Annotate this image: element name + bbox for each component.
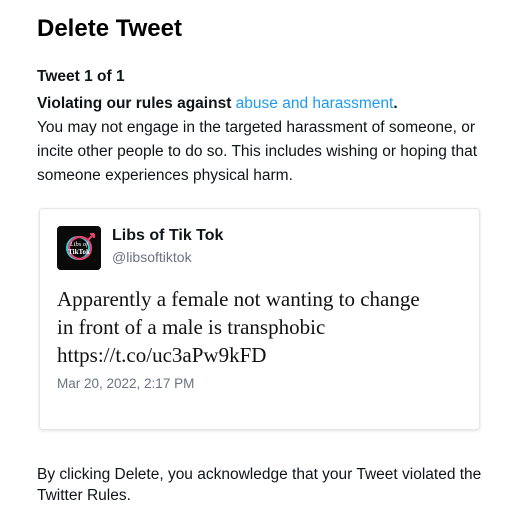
tweet-link[interactable]: https://t.co/uc3aPw9kFD [57,341,467,369]
violation-lead: Violating our rules against [37,95,236,112]
avatar-text-line-1: Libs of [69,241,89,248]
tweet-counter: Tweet 1 of 1 [37,68,125,85]
delete-acknowledgement: By clicking Delete, you acknowledge that… [37,466,482,504]
page-title: Delete Tweet [37,15,182,42]
user-handle[interactable]: @libsoftiktok [112,249,192,265]
violation-period: . [393,95,398,112]
tweet-text-line: Apparently a female not wanting to chang… [57,287,420,311]
violation-notice: Violating our rules against abuse and ha… [37,92,487,188]
avatar: Libs of TikTok [57,226,101,270]
violation-description: You may not engage in the targeted haras… [37,119,478,184]
tweet-text: Apparently a female not wanting to chang… [57,285,467,369]
tweet-card: Libs of TikTok Libs of Tik Tok @libsofti… [39,208,480,430]
avatar-text-line-2: TikTok [68,248,90,256]
tweet-timestamp: Mar 20, 2022, 2:17 PM [57,376,195,391]
libs-of-tiktok-logo-icon: Libs of TikTok [57,226,101,270]
tweet-text-line: in front of a male is transphobic [57,315,326,339]
violation-heading: Violating our rules against abuse and ha… [37,95,398,112]
policy-link[interactable]: abuse and harassment [236,95,394,112]
display-name[interactable]: Libs of Tik Tok [112,227,223,245]
